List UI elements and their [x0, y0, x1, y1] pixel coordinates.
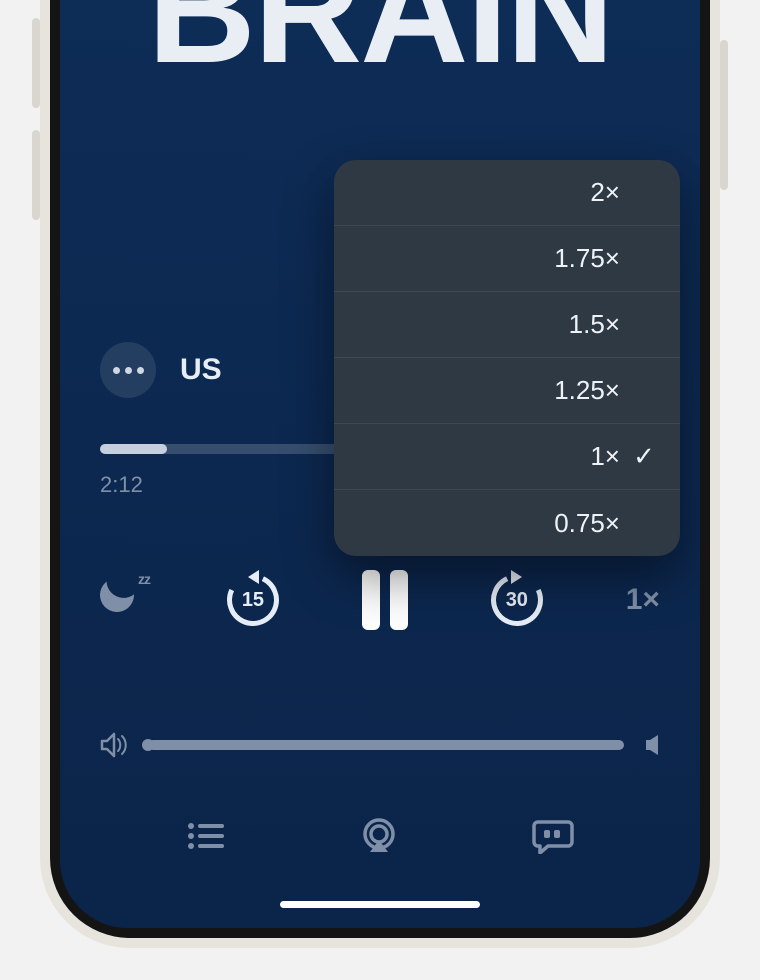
- quote-bubble-icon: [532, 818, 574, 854]
- skip-back-seconds-label: 15: [225, 572, 281, 628]
- home-indicator[interactable]: [280, 901, 480, 908]
- volume-low-icon: [100, 732, 130, 758]
- volume-track[interactable]: [148, 740, 624, 750]
- phone-bezel: BRAIN US 2:12 2×: [50, 0, 710, 938]
- pause-button[interactable]: [362, 570, 408, 630]
- volume-high-icon: [642, 734, 660, 756]
- speed-option-0-75x[interactable]: 0.75×: [334, 490, 680, 556]
- phone-frame: BRAIN US 2:12 2×: [40, 0, 720, 948]
- skip-forward-icon: 30: [489, 572, 545, 628]
- speed-option-label: 1.25×: [554, 375, 620, 406]
- airplay-icon: [359, 818, 399, 854]
- more-options-button[interactable]: [100, 342, 156, 398]
- airplay-button[interactable]: [359, 818, 399, 854]
- skip-forward-button[interactable]: 30: [489, 572, 545, 628]
- progress-fill: [100, 444, 167, 454]
- transcript-button[interactable]: [532, 818, 574, 854]
- skip-back-icon: 15: [225, 572, 281, 628]
- queue-icon: [186, 821, 226, 851]
- transport-controls: zz 15: [60, 570, 700, 630]
- speed-option-1-75x[interactable]: 1.75×: [334, 226, 680, 292]
- episode-title: US: [180, 353, 222, 387]
- volume-up-hardware-button: [32, 18, 40, 108]
- moon-icon: zz: [100, 578, 144, 622]
- queue-button[interactable]: [186, 821, 226, 851]
- ellipsis-icon: [113, 367, 144, 374]
- speed-option-label: 1.75×: [554, 243, 620, 274]
- checkmark-icon: ✓: [632, 441, 656, 472]
- speed-option-label: 1×: [556, 441, 620, 472]
- playback-speed-button[interactable]: 1×: [626, 583, 660, 617]
- speed-option-label: 1.5×: [556, 309, 620, 340]
- speed-option-1-25x[interactable]: 1.25×: [334, 358, 680, 424]
- podcast-artwork-title: BRAIN: [60, 0, 700, 85]
- speed-option-label: 2×: [556, 177, 620, 208]
- zz-label: zz: [138, 574, 150, 584]
- volume-slider[interactable]: [100, 732, 660, 758]
- volume-knob[interactable]: [142, 739, 154, 751]
- speed-option-2x[interactable]: 2×: [334, 160, 680, 226]
- playback-speed-menu: 2× 1.75× 1.5× 1.25× 1× ✓: [334, 160, 680, 556]
- pause-icon: [362, 570, 408, 630]
- skip-forward-seconds-label: 30: [489, 572, 545, 628]
- speed-option-1-5x[interactable]: 1.5×: [334, 292, 680, 358]
- now-playing-screen: BRAIN US 2:12 2×: [60, 0, 700, 928]
- volume-down-hardware-button: [32, 130, 40, 220]
- power-hardware-button: [720, 40, 728, 190]
- speed-option-label: 0.75×: [554, 508, 620, 539]
- speed-option-1x[interactable]: 1× ✓: [334, 424, 680, 490]
- skip-back-button[interactable]: 15: [225, 572, 281, 628]
- bottom-tool-row: [60, 818, 700, 854]
- sleep-timer-button[interactable]: zz: [100, 578, 144, 622]
